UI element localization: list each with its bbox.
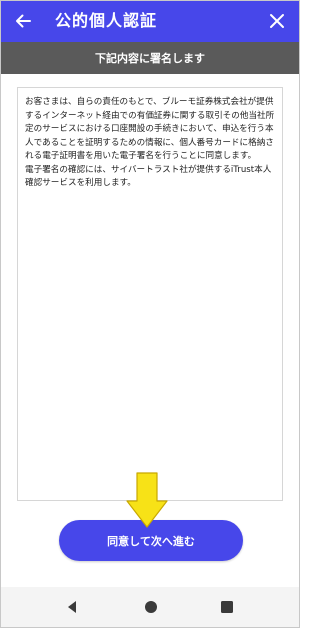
agree-next-button-label: 同意して次へ進む (107, 534, 195, 548)
section-heading-text: 下記内容に署名します (95, 52, 205, 65)
system-nav-bar (1, 587, 299, 627)
down-arrow-icon (126, 472, 168, 528)
close-button[interactable] (263, 7, 291, 35)
app-header: 公的個人認証 (1, 1, 299, 42)
nav-back-icon[interactable] (65, 600, 79, 614)
page-title: 公的個人認証 (55, 11, 158, 30)
consent-paragraph-2: 電子署名の確認には、サイバートラスト社が提供するiTrust本人確認サービスを利… (25, 164, 272, 189)
close-icon (270, 14, 284, 28)
nav-home-icon[interactable] (144, 600, 158, 614)
app-screen: 公的個人認証 下記内容に署名します お客さまは、自らの責任のもとで、ブルーモ証券… (0, 0, 300, 628)
consent-text-box[interactable]: お客さまは、自らの責任のもとで、ブルーモ証券株式会社が提供するインターネット経由… (17, 87, 283, 501)
back-button[interactable] (9, 7, 37, 35)
consent-paragraph-1: お客さまは、自らの責任のもとで、ブルーモ証券株式会社が提供するインターネット経由… (25, 97, 275, 161)
nav-recent-icon[interactable] (221, 601, 233, 613)
arrow-left-icon (16, 14, 31, 28)
section-heading: 下記内容に署名します (1, 42, 299, 74)
